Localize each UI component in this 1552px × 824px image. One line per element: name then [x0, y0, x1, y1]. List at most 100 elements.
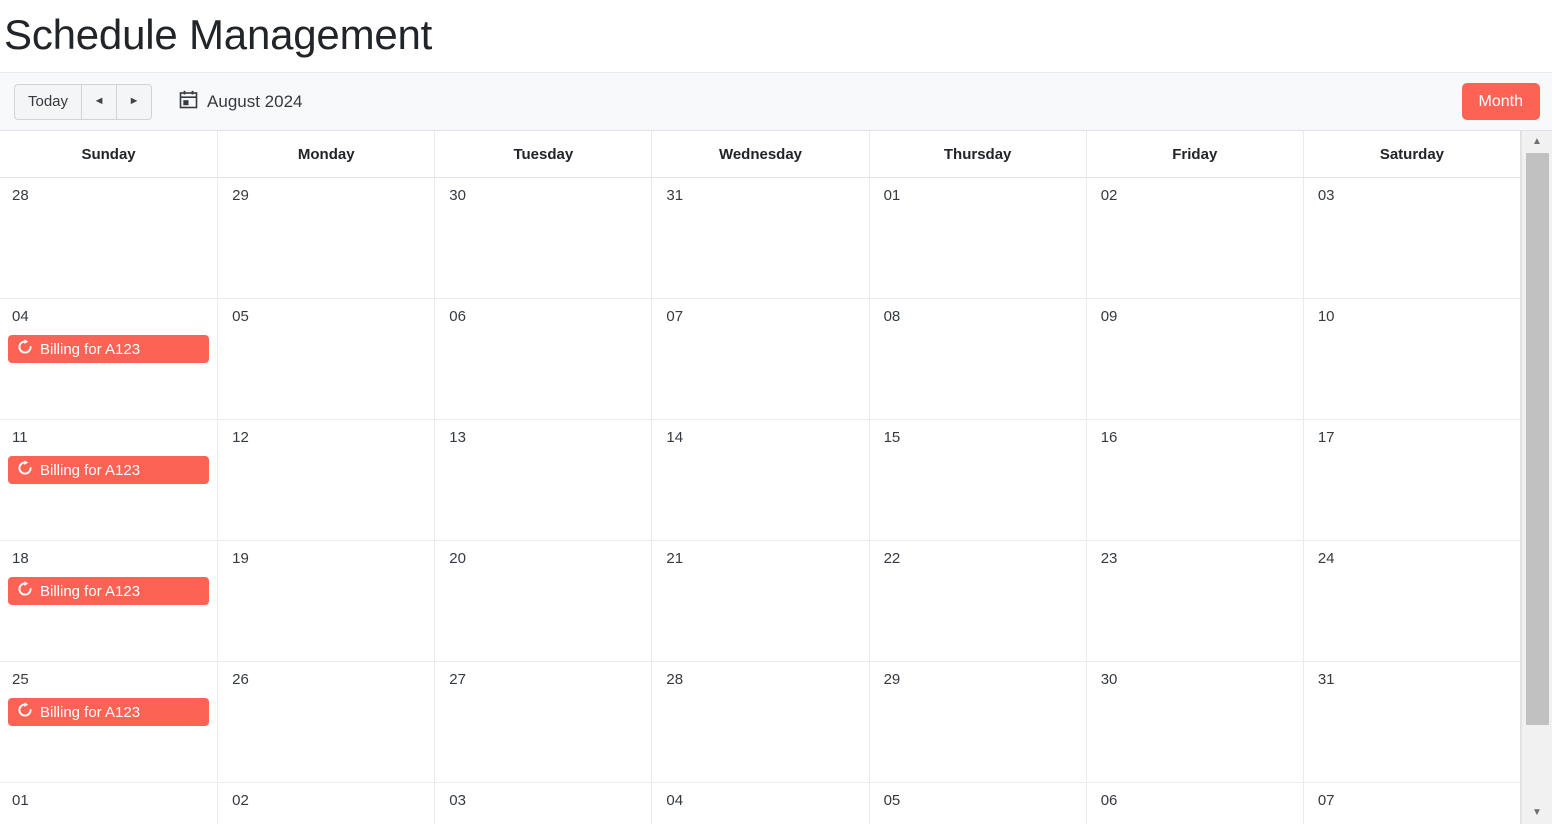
calendar-day-cell[interactable]: 30: [434, 178, 651, 298]
navigation-button-group: Today ◄ ►: [14, 83, 153, 120]
calendar-day-cell[interactable]: 31: [651, 178, 868, 298]
today-button[interactable]: Today: [14, 83, 83, 120]
calendar-icon: [179, 90, 198, 114]
day-number: 13: [449, 429, 466, 446]
day-number: 04: [666, 792, 684, 809]
calendar-event-title: Billing for A123: [40, 461, 141, 479]
calendar-day-cell[interactable]: 10: [1302, 299, 1520, 419]
day-number: 29: [883, 671, 901, 688]
calendar-event[interactable]: Billing for A123: [8, 577, 210, 605]
weekday-header-sunday: Sunday: [81, 145, 136, 163]
day-number: 12: [232, 429, 249, 446]
day-number: 03: [1317, 187, 1335, 204]
day-number: 09: [1100, 308, 1118, 325]
calendar-day-cell[interactable]: 07: [1302, 783, 1520, 824]
calendar-day-cell[interactable]: 17: [1302, 420, 1520, 540]
day-number: 21: [666, 550, 684, 567]
day-number: 06: [1100, 792, 1118, 809]
calendar-day-cell[interactable]: 02: [1085, 178, 1303, 298]
calendar-grid: Sunday Monday Tuesday Wednesday Thursday Frid…: [0, 131, 1521, 824]
weekday-header-thursday: Thursday: [868, 131, 1086, 177]
calendar-day-cell[interactable]: 23: [1085, 541, 1303, 661]
calendar-day-cell[interactable]: 09: [1085, 299, 1303, 419]
weekday-header-wednesday: Wednesday: [651, 131, 868, 177]
scrollbar-thumb[interactable]: [1526, 153, 1549, 725]
day-number: 03: [449, 792, 466, 809]
recurring-arrow-icon: [17, 581, 33, 601]
calendar-day-cell[interactable]: 03: [434, 783, 651, 824]
previous-period-button[interactable]: ◄: [81, 83, 118, 120]
calendar-day-cell[interactable]: 05: [217, 299, 434, 419]
calendar-day-cell[interactable]: 03: [1302, 178, 1520, 298]
weekday-header-tuesday: Tuesday: [434, 131, 651, 177]
day-number: 27: [449, 671, 466, 688]
month-view-button[interactable]: Month: [1461, 83, 1540, 120]
calendar-day-cell[interactable]: 11 Billing for A123: [0, 420, 217, 540]
day-number: 01: [12, 792, 29, 809]
scroll-down-icon: ▼: [1532, 807, 1542, 818]
day-number: 23: [1100, 550, 1118, 567]
day-number: 31: [666, 187, 684, 204]
calendar-day-cell[interactable]: 30: [1085, 662, 1303, 782]
calendar-day-cell[interactable]: 29: [868, 662, 1086, 782]
calendar-day-cell[interactable]: 29: [217, 178, 434, 298]
day-number: 29: [232, 187, 249, 204]
calendar-day-cell[interactable]: 01: [0, 783, 217, 824]
calendar-day-cell[interactable]: 15: [868, 420, 1086, 540]
calendar-day-cell[interactable]: 01: [868, 178, 1086, 298]
calendar-day-cell[interactable]: 06: [1085, 783, 1303, 824]
calendar-day-cell[interactable]: 25 Billing for A123: [0, 662, 217, 782]
day-number: 05: [232, 308, 249, 325]
day-number: 05: [883, 792, 901, 809]
view-switcher: Month: [1461, 83, 1540, 120]
calendar-day-cell[interactable]: 06: [434, 299, 651, 419]
weekday-header-row: Sunday Monday Tuesday Wednesday Thursday Frid…: [0, 131, 1520, 178]
calendar-day-cell[interactable]: 08: [868, 299, 1086, 419]
calendar-event-title: Billing for A123: [40, 703, 141, 721]
next-period-button[interactable]: ►: [116, 83, 153, 120]
calendar-day-cell[interactable]: 19: [217, 541, 434, 661]
calendar-event[interactable]: Billing for A123: [8, 335, 210, 363]
current-period-group: August 2024: [179, 90, 303, 114]
calendar-day-cell[interactable]: 02: [217, 783, 434, 824]
calendar-day-cell[interactable]: 13: [434, 420, 651, 540]
calendar-day-cell[interactable]: 04 Billing for A123: [0, 299, 217, 419]
calendar-day-cell[interactable]: 12: [217, 420, 434, 540]
day-number: 04: [12, 308, 29, 325]
scrollbar-track[interactable]: [1522, 153, 1552, 802]
calendar-week-row: 01 02 03 04 05 06 07: [0, 783, 1520, 824]
calendar-day-cell[interactable]: 07: [651, 299, 868, 419]
calendar-day-cell[interactable]: 18 Billing for A123: [0, 541, 217, 661]
calendar-day-cell[interactable]: 14: [651, 420, 868, 540]
calendar-day-cell[interactable]: 21: [651, 541, 868, 661]
day-number: 28: [12, 187, 29, 204]
calendar-day-cell[interactable]: 04: [651, 783, 868, 824]
calendar-day-cell[interactable]: 28: [0, 178, 217, 298]
calendar-day-cell[interactable]: 26: [217, 662, 434, 782]
calendar-scrollbar[interactable]: ▲ ▼: [1521, 131, 1552, 824]
day-number: 07: [1317, 792, 1335, 809]
scrollbar-up-button[interactable]: ▲: [1522, 131, 1552, 153]
calendar-week-row: 18 Billing for A123 19 20 21 22 23 24: [0, 541, 1520, 662]
calendar-day-cell[interactable]: 05: [868, 783, 1086, 824]
calendar-day-cell[interactable]: 28: [651, 662, 868, 782]
calendar-event[interactable]: Billing for A123: [8, 698, 210, 726]
day-number: 10: [1317, 308, 1335, 325]
schedule-management-page: Schedule Management Today ◄ ► August 202…: [0, 0, 1552, 824]
calendar-day-cell[interactable]: 16: [1085, 420, 1303, 540]
day-number: 02: [232, 792, 249, 809]
calendar-day-cell[interactable]: 24: [1302, 541, 1520, 661]
calendar-day-cell[interactable]: 22: [868, 541, 1086, 661]
calendar-day-cell[interactable]: 20: [434, 541, 651, 661]
scrollbar-down-button[interactable]: ▼: [1522, 802, 1552, 824]
day-number: 22: [883, 550, 901, 567]
calendar-day-cell[interactable]: 27: [434, 662, 651, 782]
page-title: Schedule Management: [4, 11, 433, 58]
calendar-event[interactable]: Billing for A123: [8, 456, 210, 484]
day-number: 07: [666, 308, 684, 325]
day-number: 19: [232, 550, 249, 567]
calendar-day-cell[interactable]: 31: [1302, 662, 1520, 782]
day-number: 26: [232, 671, 249, 688]
weekday-header-monday: Monday: [217, 131, 434, 177]
recurring-arrow-icon: [17, 339, 33, 359]
